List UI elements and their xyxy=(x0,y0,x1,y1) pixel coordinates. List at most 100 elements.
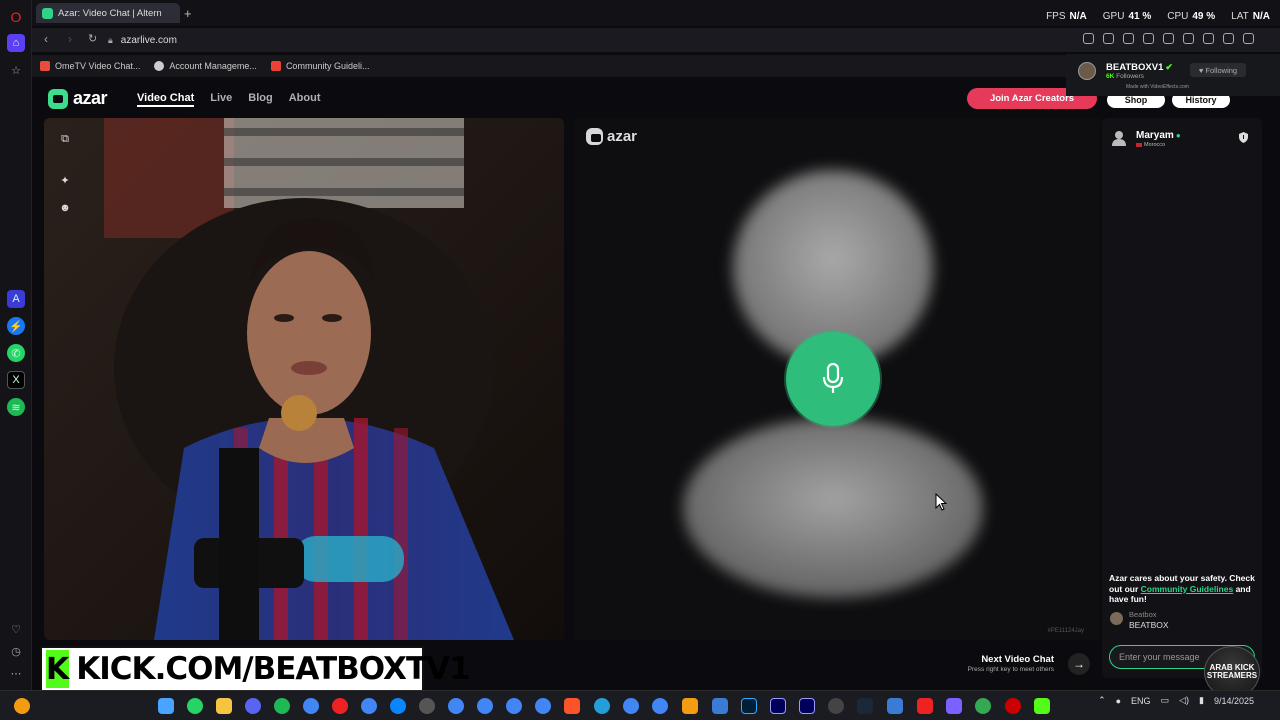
play-icon[interactable] xyxy=(1183,33,1194,44)
chrome-7-icon[interactable] xyxy=(623,698,639,714)
heart-icon[interactable]: ♡ xyxy=(7,620,25,638)
vlc-icon[interactable] xyxy=(682,698,698,714)
next-chat-button[interactable]: → xyxy=(1068,653,1090,675)
premiere-icon[interactable] xyxy=(799,698,815,714)
bookmark-account[interactable]: Account Manageme... xyxy=(154,61,257,71)
nav-video-chat[interactable]: Video Chat xyxy=(137,92,195,107)
star-icon[interactable]: ☆ xyxy=(7,61,25,79)
telegram-icon[interactable] xyxy=(594,698,610,714)
shield-toolbar-icon[interactable] xyxy=(1143,33,1154,44)
azar-logo[interactable]: azar xyxy=(48,88,108,109)
app-red-icon[interactable] xyxy=(917,698,933,714)
stat-gpu: GPU 41 % xyxy=(1102,11,1152,22)
language-indicator[interactable]: ENG xyxy=(1131,696,1151,706)
clock[interactable]: 9/14/2025 xyxy=(1214,696,1254,706)
system-tray: ⌃ ● ENG ▭ ◁) ▮ 9/14/2025 xyxy=(1098,695,1254,706)
back-icon[interactable]: ‹ xyxy=(44,32,48,46)
tray-mic-icon[interactable]: ● xyxy=(1116,696,1121,706)
home-icon[interactable]: ⌂ xyxy=(7,34,25,52)
opera-logo-icon[interactable]: O xyxy=(7,8,25,26)
kick-channel-url: KICK.COM/BEATBOXTV1 xyxy=(76,651,470,687)
windows-start-icon[interactable] xyxy=(158,698,174,714)
discord-icon[interactable] xyxy=(245,698,261,714)
settings-icon[interactable] xyxy=(1163,33,1174,44)
partner-country: Morocco xyxy=(1136,142,1165,148)
edit-icon[interactable] xyxy=(1103,33,1114,44)
next-chat-title: Next Video Chat xyxy=(981,654,1054,665)
chrome-5-icon[interactable] xyxy=(506,698,522,714)
report-shield-icon[interactable] xyxy=(1239,132,1248,143)
kick-follow-overlay: BEATBOXV1 ✔ 6K Followers Made with VideoE… xyxy=(1066,54,1280,96)
aria-icon[interactable]: A xyxy=(7,290,25,308)
chrome-4-icon[interactable] xyxy=(477,698,493,714)
community-guidelines-link[interactable]: Community Guidelines xyxy=(1141,584,1234,594)
x-twitter-icon[interactable]: X xyxy=(7,371,25,389)
heart-toolbar-icon[interactable] xyxy=(1203,33,1214,44)
app-window-icon[interactable] xyxy=(887,698,903,714)
taskbar-whatsapp-icon[interactable] xyxy=(187,698,203,714)
spotify-icon[interactable]: ≋ xyxy=(7,398,25,416)
message-sender: Beatbox xyxy=(1129,610,1157,619)
photoshop-icon[interactable] xyxy=(741,698,757,714)
search-icon[interactable] xyxy=(1083,33,1094,44)
tab-azar[interactable]: Azar: Video Chat | Altern xyxy=(36,3,180,23)
mouse-cursor xyxy=(935,493,947,511)
partner-name[interactable]: Maryam ● xyxy=(1136,130,1181,141)
following-button[interactable]: ♥ Following xyxy=(1190,63,1246,77)
whatsapp-icon[interactable]: ✆ xyxy=(7,344,25,362)
app-circle-icon[interactable] xyxy=(828,698,844,714)
nav-about[interactable]: About xyxy=(289,92,321,107)
more-icon[interactable]: ⋯ xyxy=(7,664,25,682)
download-icon[interactable] xyxy=(1223,33,1234,44)
streamer-avatar xyxy=(1078,62,1096,80)
messenger-icon[interactable]: ⚡ xyxy=(7,317,25,335)
url-field[interactable]: 🔒︎ azarlive.com xyxy=(108,31,428,49)
tab-title: Azar: Video Chat | Altern xyxy=(58,7,162,19)
battery-icon[interactable]: ▮ xyxy=(1199,695,1204,706)
kick-taskbar-icon[interactable] xyxy=(1034,698,1050,714)
nav-blog[interactable]: Blog xyxy=(248,92,272,107)
file-explorer-icon[interactable] xyxy=(216,698,232,714)
after-effects-icon[interactable] xyxy=(770,698,786,714)
chat-panel: Maryam ● Morocco Azar cares about your sa… xyxy=(1102,118,1262,678)
bookmark-guidelines[interactable]: Community Guideli... xyxy=(270,61,369,71)
bookmark-ometv[interactable]: OmeTV Video Chat... xyxy=(40,61,140,71)
obs-icon[interactable] xyxy=(419,698,435,714)
follower-count: 6K Followers xyxy=(1106,73,1144,80)
mic-button[interactable] xyxy=(786,332,880,426)
firefox-icon[interactable] xyxy=(14,698,30,714)
camera-icon[interactable] xyxy=(1123,33,1134,44)
new-tab-button[interactable]: + xyxy=(184,6,192,21)
effects-sparkle-icon[interactable]: ✦ xyxy=(59,174,71,187)
steam-icon[interactable] xyxy=(857,698,873,714)
forward-icon[interactable]: › xyxy=(68,32,72,46)
edge-icon[interactable] xyxy=(390,698,406,714)
history-clock-icon[interactable]: ◷ xyxy=(7,642,25,660)
opera-taskbar-icon[interactable] xyxy=(332,698,348,714)
taskbar-spotify-icon[interactable] xyxy=(274,698,290,714)
chrome-3-icon[interactable] xyxy=(448,698,464,714)
chrome-icon[interactable] xyxy=(303,698,319,714)
nav-live[interactable]: Live xyxy=(210,92,232,107)
app-red-circle-icon[interactable] xyxy=(1005,698,1021,714)
reload-icon[interactable]: ↻ xyxy=(88,32,97,45)
brave-icon[interactable] xyxy=(564,698,580,714)
camera-switch-icon[interactable]: ⧉ xyxy=(59,133,71,145)
profile-icon[interactable] xyxy=(1243,33,1254,44)
window-icon[interactable] xyxy=(712,698,728,714)
partner-verified-icon: ● xyxy=(1175,131,1181,140)
chrome-8-icon[interactable] xyxy=(652,698,668,714)
chrome-6-icon[interactable] xyxy=(535,698,551,714)
app-purple-icon[interactable] xyxy=(946,698,962,714)
volume-icon[interactable]: ◁) xyxy=(1179,695,1189,706)
remote-video: azar #PE11124Jay xyxy=(574,118,1100,640)
stat-cpu: CPU 49 % xyxy=(1167,11,1216,22)
face-filter-icon[interactable]: ☻ xyxy=(59,202,71,214)
gmail-icon xyxy=(270,61,281,71)
tray-chevron-icon[interactable]: ⌃ xyxy=(1098,695,1106,706)
app-color-icon[interactable] xyxy=(975,698,991,714)
browser-sidebar: O ⌂ ☆ A ⚡ ✆ X ≋ ♡ ◷ ⋯ xyxy=(0,0,32,690)
network-icon[interactable]: ▭ xyxy=(1161,695,1170,706)
chrome-2-icon[interactable] xyxy=(361,698,377,714)
address-bar-row: ‹ › ↻ 🔒︎ azarlive.com xyxy=(32,28,1280,52)
